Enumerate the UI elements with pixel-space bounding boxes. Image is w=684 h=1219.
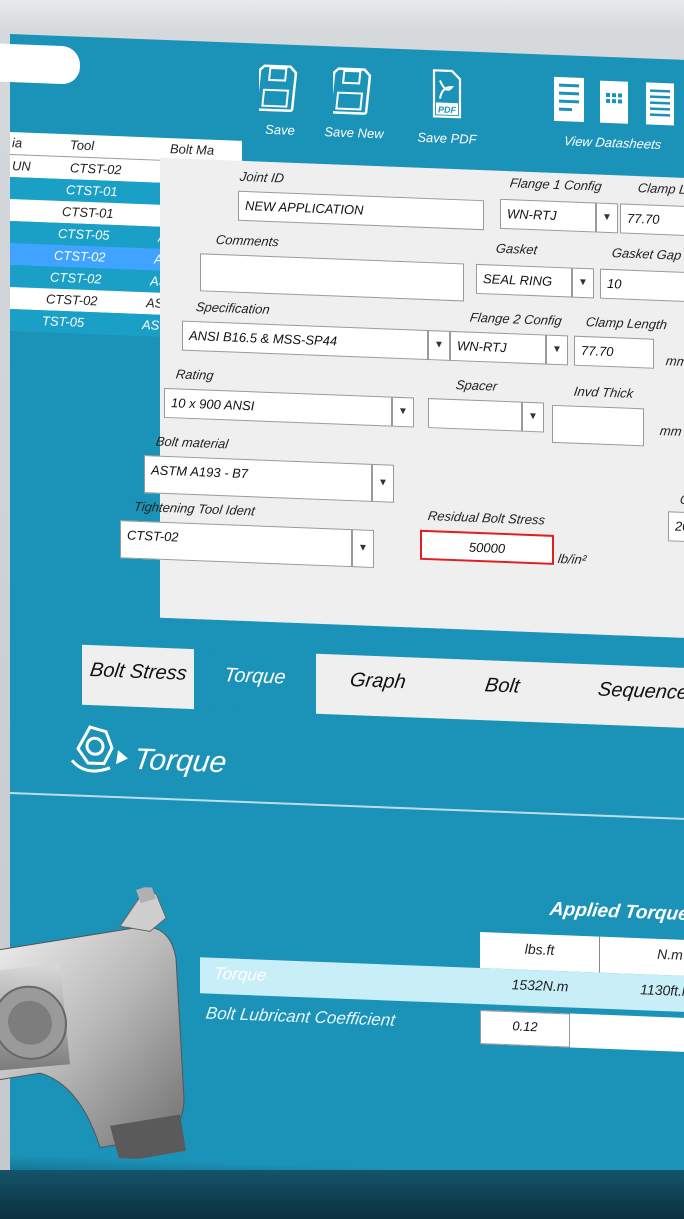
gasket-label: Gasket <box>494 240 539 258</box>
save-new-label: Save New <box>324 124 384 142</box>
chevron-down-icon[interactable]: ▼ <box>352 529 374 568</box>
cut-off-input[interactable]: 20 <box>668 511 684 543</box>
divider <box>10 792 684 822</box>
tab-sequence[interactable]: Sequence <box>564 663 684 730</box>
rating-select[interactable]: 10 x 900 ANSI <box>164 387 392 427</box>
pdf-badge: PDF <box>438 104 456 115</box>
list-cell: CTST-01 <box>66 182 118 200</box>
chevron-down-icon[interactable]: ▼ <box>392 396 414 428</box>
torque-row-label: Torque <box>212 963 268 985</box>
document-icon <box>554 76 584 123</box>
tab-bolt-stress[interactable]: Bolt Stress <box>82 644 194 710</box>
col-lbs-ft: lbs.ft <box>480 932 600 973</box>
joint-form: Joint ID NEW APPLICATION Flange 1 Config… <box>120 157 684 640</box>
floppy-disk-icon <box>333 67 372 115</box>
view-datasheets-button[interactable]: View Datasheets <box>538 74 684 153</box>
chevron-down-icon[interactable]: ▼ <box>546 334 568 366</box>
save-new-button[interactable]: Save New <box>314 64 394 142</box>
invd-thick-label: Invd Thick <box>572 383 635 401</box>
flange2-config-select[interactable]: WN-RTJ <box>450 330 546 365</box>
rating-label: Rating <box>174 366 215 383</box>
list-cell: CTST-05 <box>58 225 110 243</box>
gasket-gap-label: Gasket Gap <box>610 245 683 263</box>
chevron-down-icon[interactable]: ▼ <box>428 330 450 361</box>
col-header-tool[interactable]: Tool <box>70 137 94 153</box>
bolt-material-select[interactable]: ASTM A193 - B7 <box>144 455 372 502</box>
clamp-length2-input[interactable]: 77.70 <box>574 335 654 369</box>
torque-wrench-image <box>0 885 186 1163</box>
chevron-down-icon[interactable]: ▼ <box>372 463 394 503</box>
lubricant-coefficient-input[interactable]: 0.12 <box>480 1010 570 1048</box>
applied-torque-heading: Applied Torque <box>548 898 684 926</box>
screen: Save Save New PDF Save PDF View Datashee… <box>0 0 684 1219</box>
torque-panel: Torque Applied Torque lbs.ft N.m Torque … <box>0 702 684 1210</box>
flange1-config-select[interactable]: WN-RTJ <box>500 198 596 233</box>
tab-torque[interactable]: Torque <box>194 649 316 714</box>
pdf-file-icon: PDF <box>432 69 462 119</box>
list-cell: CTST-02 <box>46 291 98 309</box>
col-n-m: N.m <box>657 945 683 963</box>
save-button[interactable]: Save <box>250 61 310 138</box>
clamp-length2-unit: mm <box>664 353 684 369</box>
flange2-config-label: Flange 2 Config <box>468 309 563 329</box>
save-pdf-label: Save PDF <box>417 129 477 147</box>
list-cell: CTST-01 <box>62 203 114 221</box>
spacer-select[interactable] <box>428 398 522 432</box>
comments-label: Comments <box>214 231 280 250</box>
residual-bolt-stress-unit: lb/in² <box>556 551 588 568</box>
save-pdf-button[interactable]: PDF Save PDF <box>412 63 482 147</box>
specification-label: Specification <box>194 299 271 317</box>
torque-nut-icon <box>70 725 128 773</box>
chevron-down-icon[interactable]: ▼ <box>522 401 544 433</box>
flange1-config-label: Flange 1 Config <box>508 175 603 194</box>
gasket-gap-input[interactable]: 10 <box>600 268 684 303</box>
tab-graph[interactable]: Graph <box>316 653 440 719</box>
joint-id-label: Joint ID <box>238 168 286 186</box>
clamp-length2-label: Clamp Length <box>584 314 669 333</box>
device-base <box>0 1170 684 1219</box>
list-cell: TST-05 <box>42 313 85 330</box>
lubricant-coefficient-blank <box>570 1013 684 1055</box>
application-window: Save Save New PDF Save PDF View Datashee… <box>0 34 684 1212</box>
toolbar: Save Save New PDF Save PDF View Datashee… <box>242 43 684 180</box>
tool-ident-select[interactable]: CTST-02 <box>120 520 352 568</box>
grid-document-icon <box>600 80 628 124</box>
invd-thick-unit: mm <box>658 423 683 439</box>
torque-value-n-m: 1130ft.lbs <box>640 981 684 1000</box>
list-cell: CTST-02 <box>70 160 122 178</box>
chevron-down-icon[interactable]: ▼ <box>596 202 618 234</box>
tool-ident-label: Tightening Tool Ident <box>132 498 256 519</box>
list-cell: UN <box>12 158 31 174</box>
torque-value-lbs-ft: 1532N.m <box>511 976 569 995</box>
lubricant-coefficient-label: Bolt Lubricant Coefficient <box>204 1003 397 1030</box>
list-cell: CTST-02 <box>50 269 102 287</box>
panel-title: Torque <box>131 742 229 780</box>
clamp-length1-input[interactable]: 77.70 <box>620 203 684 237</box>
cut-off-label: C <box>678 491 684 508</box>
invd-thick-input[interactable] <box>552 404 644 447</box>
specification-select[interactable]: ANSI B16.5 & MSS-SP44 <box>182 320 428 361</box>
floppy-disk-icon <box>259 64 298 113</box>
residual-bolt-stress-input[interactable]: 50000 <box>420 529 554 565</box>
text-document-icon <box>646 82 674 126</box>
gasket-select[interactable]: SEAL RING <box>476 263 572 298</box>
tab-bolt[interactable]: Bolt <box>440 658 564 724</box>
joint-id-input[interactable]: NEW APPLICATION <box>238 190 484 231</box>
view-datasheets-label: View Datasheets <box>563 133 663 152</box>
comments-input[interactable] <box>200 253 464 302</box>
bolt-material-label: Bolt material <box>154 433 230 452</box>
search-box[interactable] <box>0 43 80 85</box>
col-header-bolt-material[interactable]: Bolt Ma <box>170 141 214 158</box>
col-header-ia[interactable]: ia <box>12 135 22 150</box>
spacer-label: Spacer <box>454 377 499 394</box>
clamp-length1-label: Clamp Le <box>636 180 684 198</box>
list-cell: CTST-02 <box>54 247 106 265</box>
save-label: Save <box>265 121 295 138</box>
residual-bolt-stress-label: Residual Bolt Stress <box>426 508 547 528</box>
chevron-down-icon[interactable]: ▼ <box>572 267 594 299</box>
